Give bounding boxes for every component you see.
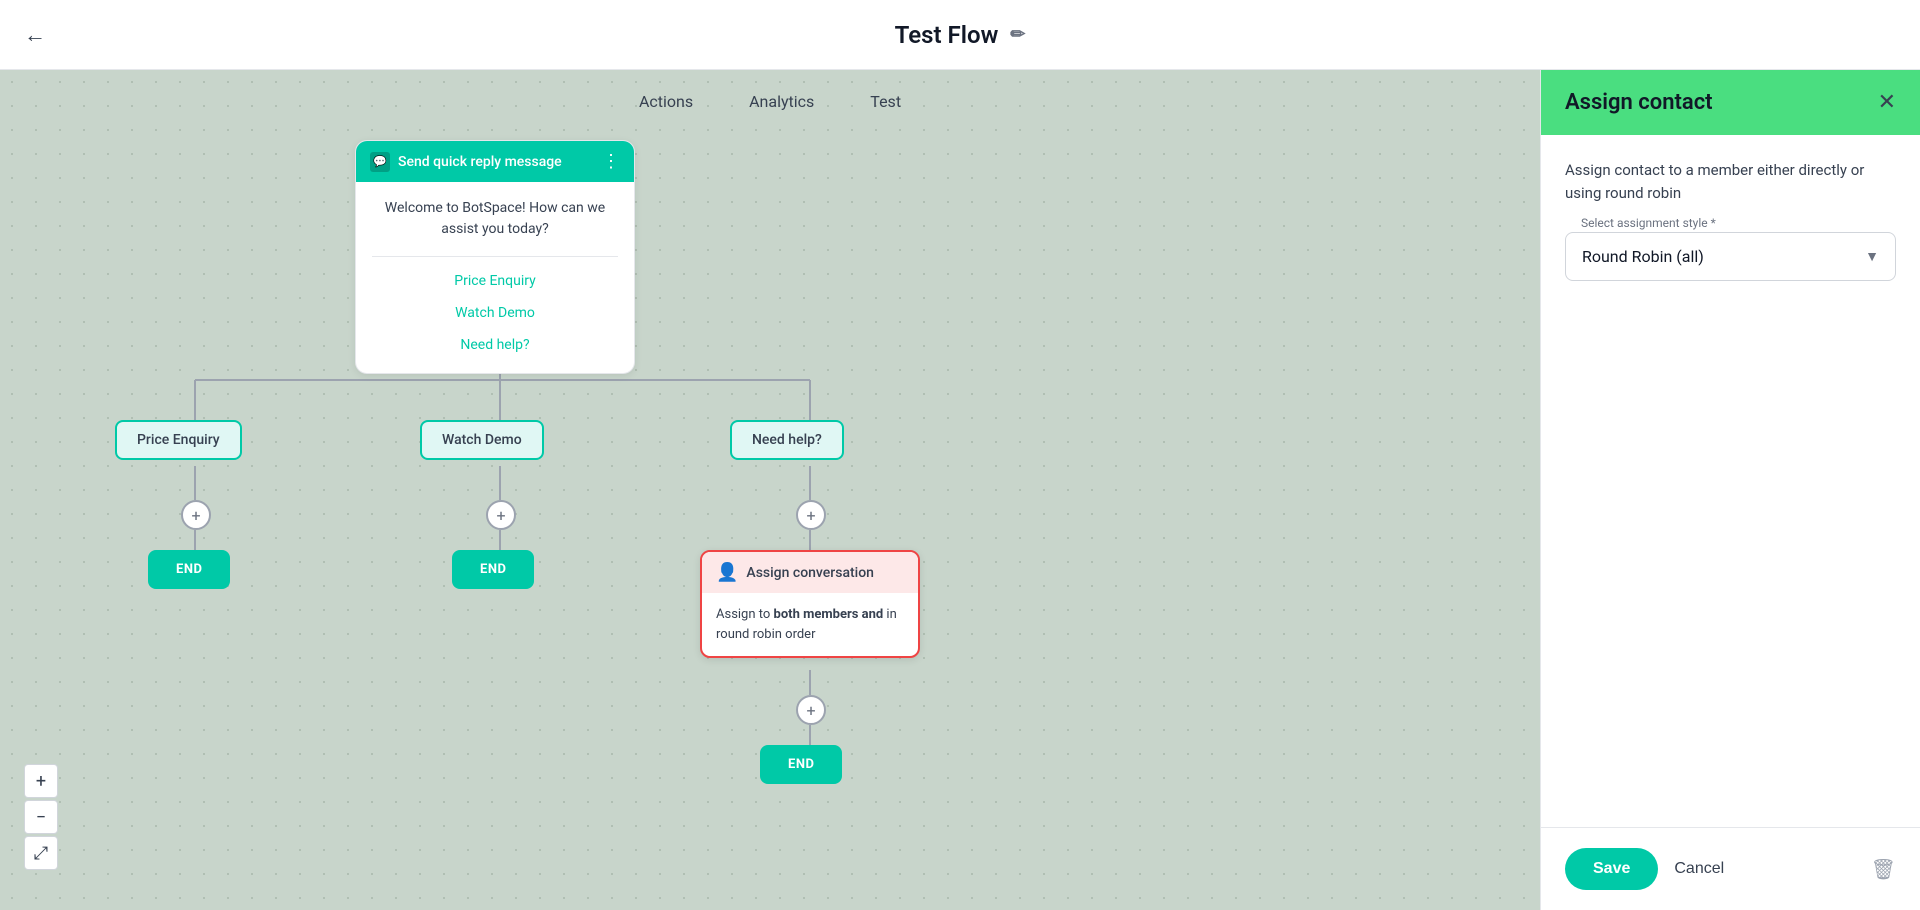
assign-conversation-node[interactable]: 👤 Assign conversation Assign to both mem… <box>700 550 920 658</box>
right-panel-footer: Save Cancel 🗑 <box>1541 827 1920 910</box>
canvas-tabs: Actions Analytics Test <box>0 70 1540 135</box>
page-title: Test Flow ✏ <box>895 21 1026 49</box>
quick-reply-message: Welcome to BotSpace! How can we assist y… <box>372 198 618 240</box>
add-button-below-assign[interactable]: + <box>796 695 826 725</box>
quick-reply-option-0[interactable]: Price Enquiry <box>372 269 618 293</box>
assign-conv-pre-text: Assign to <box>716 607 774 622</box>
right-panel-title: Assign contact <box>1565 90 1713 115</box>
select-assignment-style-group: Select assignment style * Round Robin (a… <box>1565 224 1896 281</box>
right-panel: Assign contact ✕ Assign contact to a mem… <box>1540 70 1920 910</box>
quick-reply-option-2[interactable]: Need help? <box>372 333 618 357</box>
right-panel-header: Assign contact ✕ <box>1541 70 1920 135</box>
panel-description: Assign contact to a member either direct… <box>1565 159 1896 204</box>
flow-canvas: 💬 Send quick reply message ⋮ Welcome to … <box>0 130 1540 910</box>
add-button-need-help[interactable]: + <box>796 500 826 530</box>
select-assignment-label: Select assignment style * <box>1577 216 1720 230</box>
edit-icon[interactable]: ✏ <box>1010 24 1025 45</box>
message-icon: 💬 <box>370 152 390 172</box>
select-assignment-value: Round Robin (all) <box>1582 247 1704 266</box>
quick-reply-options: Price Enquiry Watch Demo Need help? <box>372 256 618 357</box>
tab-test[interactable]: Test <box>842 84 929 121</box>
close-button[interactable]: ✕ <box>1878 90 1896 115</box>
tab-actions[interactable]: Actions <box>611 84 721 121</box>
fit-button[interactable]: ⤢ <box>24 836 58 870</box>
quick-reply-header: 💬 Send quick reply message ⋮ <box>356 141 634 182</box>
quick-reply-menu-icon[interactable]: ⋮ <box>602 151 620 172</box>
save-button[interactable]: Save <box>1565 848 1658 890</box>
select-assignment-style[interactable]: Round Robin (all) ▼ <box>1565 232 1896 281</box>
branch-need-help[interactable]: Need help? <box>730 420 844 460</box>
add-button-watch-demo[interactable]: + <box>486 500 516 530</box>
chevron-down-icon: ▼ <box>1865 248 1879 265</box>
header: ← Test Flow ✏ <box>0 0 1920 70</box>
end-node-bottom: END <box>760 745 842 784</box>
tab-analytics[interactable]: Analytics <box>721 84 842 121</box>
right-panel-body: Assign contact to a member either direct… <box>1541 135 1920 827</box>
add-button-price-enquiry[interactable]: + <box>181 500 211 530</box>
assign-conv-header-text: Assign conversation <box>746 565 874 581</box>
cancel-button[interactable]: Cancel <box>1674 860 1724 878</box>
end-node-price-enquiry: END <box>148 550 230 589</box>
branch-watch-demo[interactable]: Watch Demo <box>420 420 544 460</box>
zoom-out-button[interactable]: − <box>24 800 58 834</box>
end-node-watch-demo: END <box>452 550 534 589</box>
quick-reply-body: Welcome to BotSpace! How can we assist y… <box>356 182 634 373</box>
footer-actions: Save Cancel <box>1565 848 1724 890</box>
branch-price-enquiry[interactable]: Price Enquiry <box>115 420 242 460</box>
delete-button[interactable]: 🗑 <box>1871 857 1896 882</box>
assign-conv-icon: 👤 <box>716 562 738 583</box>
title-text: Test Flow <box>895 21 999 49</box>
connector-lines <box>0 130 1540 910</box>
canvas-area: Actions Analytics Test <box>0 70 1540 910</box>
back-button[interactable]: ← <box>24 22 46 48</box>
main-layout: Actions Analytics Test <box>0 70 1920 910</box>
quick-reply-label: Send quick reply message <box>398 154 562 170</box>
quick-reply-node: 💬 Send quick reply message ⋮ Welcome to … <box>355 140 635 374</box>
assign-conv-bold-text: both members and <box>774 607 884 622</box>
zoom-in-button[interactable]: + <box>24 764 58 798</box>
quick-reply-option-1[interactable]: Watch Demo <box>372 301 618 325</box>
back-icon: ← <box>24 22 46 48</box>
zoom-controls: + − ⤢ <box>24 764 58 870</box>
quick-reply-header-left: 💬 Send quick reply message <box>370 152 562 172</box>
assign-conv-header: 👤 Assign conversation <box>702 552 918 593</box>
assign-conv-body: Assign to both members and in round robi… <box>702 593 918 656</box>
